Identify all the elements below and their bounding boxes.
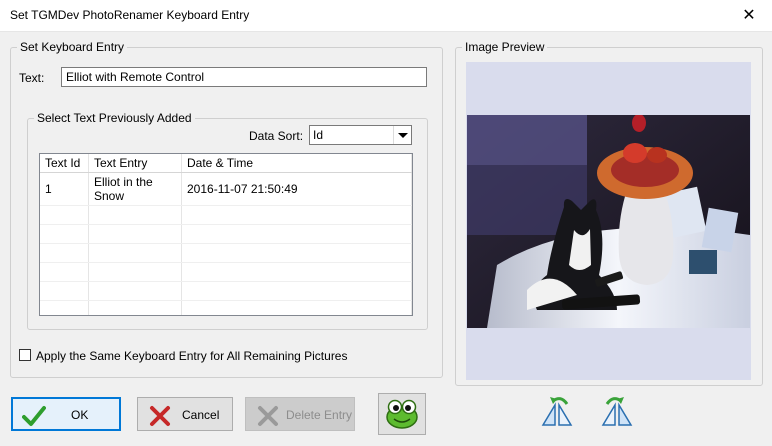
col-header-text-entry[interactable]: Text Entry bbox=[88, 154, 182, 173]
rotate-right-icon bbox=[601, 397, 633, 426]
apply-all-label: Apply the Same Keyboard Entry for All Re… bbox=[36, 349, 348, 363]
table-row-empty bbox=[40, 224, 412, 244]
cancel-label: Cancel bbox=[182, 408, 220, 422]
col-header-date-time[interactable]: Date & Time bbox=[181, 154, 412, 173]
rotate-left-icon bbox=[541, 397, 573, 426]
x-icon bbox=[150, 406, 170, 426]
delete-entry-button[interactable]: Delete Entry bbox=[245, 397, 355, 431]
delete-entry-label: Delete Entry bbox=[286, 408, 353, 422]
data-sort-select[interactable]: Id bbox=[309, 125, 412, 145]
col-header-text-id[interactable]: Text Id bbox=[40, 154, 89, 173]
table-header-row: Text Id Text Entry Date & Time bbox=[40, 154, 412, 173]
cell-text-id: 1 bbox=[40, 172, 89, 206]
text-entry-input[interactable] bbox=[61, 67, 427, 87]
apply-all-checkbox[interactable] bbox=[19, 349, 31, 361]
ok-button[interactable]: OK bbox=[11, 397, 121, 431]
cell-date-time: 2016-11-07 21:50:49 bbox=[181, 172, 412, 206]
previous-entries-legend: Select Text Previously Added bbox=[37, 111, 192, 125]
cancel-button[interactable]: Cancel bbox=[137, 397, 233, 431]
x-disabled-icon bbox=[258, 406, 278, 426]
chevron-down-icon[interactable] bbox=[393, 126, 411, 144]
table-row-empty bbox=[40, 205, 412, 225]
table-row-empty bbox=[40, 243, 412, 263]
image-preview-legend: Image Preview bbox=[465, 40, 545, 54]
window-title: Set TGMDev PhotoRenamer Keyboard Entry bbox=[10, 8, 250, 22]
cell-text-entry: Elliot in the Snow bbox=[88, 172, 182, 206]
keyboard-entry-legend: Set Keyboard Entry bbox=[20, 40, 125, 54]
rotate-left-button[interactable] bbox=[539, 392, 575, 428]
mascot-button[interactable] bbox=[378, 393, 426, 435]
table-row-empty bbox=[40, 300, 412, 315]
checkmark-icon bbox=[22, 406, 46, 426]
preview-photo bbox=[467, 115, 750, 328]
ok-label: OK bbox=[71, 408, 89, 422]
rotate-right-button[interactable] bbox=[599, 392, 635, 428]
title-bar: Set TGMDev PhotoRenamer Keyboard Entry ✕ bbox=[0, 0, 772, 32]
close-icon[interactable]: ✕ bbox=[726, 0, 772, 31]
data-sort-label: Data Sort: bbox=[249, 129, 304, 143]
table-row-empty bbox=[40, 281, 412, 301]
frog-mascot-icon bbox=[386, 399, 418, 429]
previous-entries-table[interactable]: Text Id Text Entry Date & Time 1 Elliot … bbox=[39, 153, 413, 316]
data-sort-value: Id bbox=[313, 128, 324, 142]
table-row[interactable]: 1 Elliot in the Snow 2016-11-07 21:50:49 bbox=[40, 172, 412, 206]
table-row-empty bbox=[40, 262, 412, 282]
text-label: Text: bbox=[19, 71, 45, 85]
